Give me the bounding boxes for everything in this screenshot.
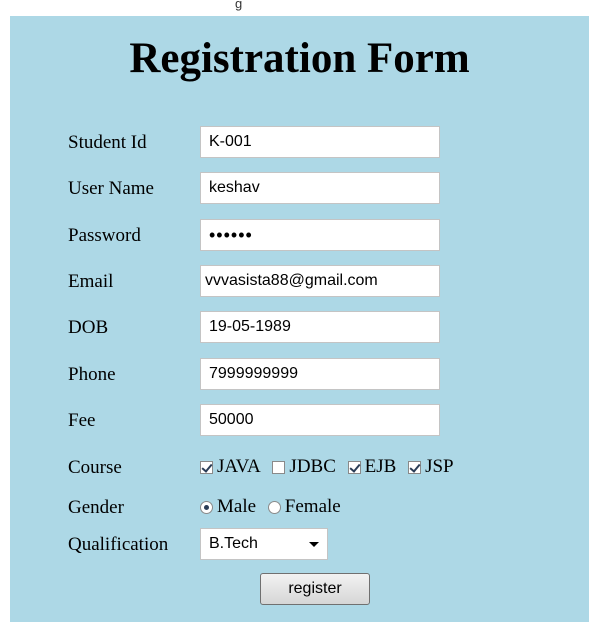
course-option-java[interactable]: JAVA xyxy=(200,456,261,478)
cropped-header-text: g xyxy=(235,0,243,11)
male-radio[interactable] xyxy=(200,500,213,514)
password-label: Password xyxy=(68,225,141,246)
email-label: Email xyxy=(68,271,114,292)
student-id-row: Student Id K-001 xyxy=(68,126,578,158)
java-label: JAVA xyxy=(217,456,261,477)
qualification-select[interactable]: B.Tech xyxy=(200,528,328,560)
ejb-checkbox[interactable] xyxy=(347,460,361,474)
user-name-row: User Name keshav xyxy=(68,172,578,204)
student-id-label: Student Id xyxy=(68,132,147,153)
top-band: g xyxy=(0,0,589,16)
jsp-label: JSP xyxy=(425,456,454,477)
qualification-row: Qualification B.Tech xyxy=(68,528,578,560)
email-value: vvvasista88@gmail.com xyxy=(205,272,378,289)
course-options: JAVA JDBC EJB JSP xyxy=(200,456,461,480)
qualification-label: Qualification xyxy=(68,534,169,555)
course-label: Course xyxy=(68,457,122,478)
registration-panel: Registration Form Student Id K-001 User … xyxy=(10,16,589,622)
jsp-checkbox[interactable] xyxy=(408,460,422,474)
female-label: Female xyxy=(284,496,341,517)
male-label: Male xyxy=(217,496,257,517)
female-radio[interactable] xyxy=(267,500,281,514)
fee-input[interactable]: 50000 xyxy=(200,404,440,436)
phone-input[interactable]: 7999999999 xyxy=(200,358,440,390)
jdbc-label: JDBC xyxy=(289,456,336,477)
course-option-jdbc[interactable]: JDBC xyxy=(272,456,336,478)
dob-label: DOB xyxy=(68,317,109,338)
course-row: Course JAVA JDBC EJB JSP xyxy=(68,451,578,483)
course-option-ejb[interactable]: EJB xyxy=(347,456,397,478)
gender-row: Gender Male Female xyxy=(68,491,578,523)
gender-option-female[interactable]: Female xyxy=(267,496,341,518)
password-row: Password •••••• xyxy=(68,219,578,251)
chevron-down-icon xyxy=(309,542,319,547)
password-input[interactable]: •••••• xyxy=(200,219,440,251)
java-checkbox[interactable] xyxy=(200,460,213,474)
fee-row: Fee 50000 xyxy=(68,404,578,436)
register-button[interactable]: register xyxy=(260,573,370,605)
ejb-label: EJB xyxy=(364,456,397,477)
email-input[interactable]: vvvasista88@gmail.com xyxy=(200,265,440,297)
email-row: Email vvvasista88@gmail.com xyxy=(68,265,578,297)
fee-label: Fee xyxy=(68,410,96,431)
qualification-value: B.Tech xyxy=(209,535,258,552)
course-option-jsp[interactable]: JSP xyxy=(408,456,454,478)
gender-options: Male Female xyxy=(200,496,348,520)
user-name-label: User Name xyxy=(68,178,154,199)
form-title: Registration Form xyxy=(129,35,470,82)
phone-row: Phone 7999999999 xyxy=(68,358,578,390)
dob-input[interactable]: 19-05-1989 xyxy=(200,311,440,343)
user-name-input[interactable]: keshav xyxy=(200,172,440,204)
phone-label: Phone xyxy=(68,364,116,385)
jdbc-checkbox[interactable] xyxy=(272,460,286,474)
gender-label: Gender xyxy=(68,497,124,518)
dob-row: DOB 19-05-1989 xyxy=(68,311,578,343)
gender-option-male[interactable]: Male xyxy=(200,496,256,518)
student-id-input[interactable]: K-001 xyxy=(200,126,440,158)
